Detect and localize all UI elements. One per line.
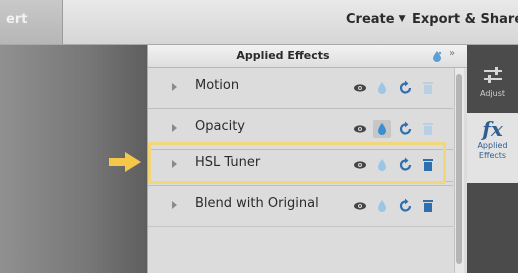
effect-actions — [349, 156, 441, 174]
panel-scrollbar[interactable] — [454, 68, 464, 273]
drop-icon[interactable] — [373, 197, 391, 215]
effect-label: Motion — [195, 78, 240, 93]
export-share-menu[interactable]: Export & Share — [412, 12, 518, 27]
panel-header: Applied Effects » — [148, 45, 468, 68]
reset-icon[interactable] — [397, 197, 415, 215]
chevron-down-icon: ▼ — [398, 14, 406, 24]
disclosure-triangle-icon[interactable] — [172, 124, 177, 132]
disclosure-triangle-icon[interactable] — [172, 83, 177, 91]
trash-icon[interactable] — [419, 156, 437, 174]
disclosure-triangle-icon[interactable] — [172, 201, 177, 209]
reset-icon[interactable] — [397, 156, 415, 174]
trash-icon[interactable] — [419, 197, 437, 215]
drop-icon[interactable] — [431, 50, 443, 62]
effect-actions — [349, 79, 441, 97]
panel-title: Applied Effects — [236, 49, 330, 62]
arrow-right-icon — [109, 152, 141, 172]
expand-icon[interactable]: » — [449, 48, 455, 59]
applied-effects-label-line2: Effects — [478, 151, 507, 160]
applied-effects-panel: Applied Effects » Motion Opacity HSL Tun… — [147, 45, 468, 273]
effect-label: Opacity — [195, 119, 246, 134]
eye-icon[interactable] — [351, 197, 369, 215]
drop-icon[interactable] — [373, 156, 391, 174]
trash-icon[interactable] — [419, 120, 437, 138]
effect-row-opacity[interactable]: Opacity — [148, 109, 453, 150]
drop-icon[interactable] — [373, 120, 391, 138]
applied-effects-label-line1: Applied — [477, 141, 508, 150]
eye-icon[interactable] — [351, 120, 369, 138]
drop-icon[interactable] — [373, 79, 391, 97]
scrollbar-thumb[interactable] — [456, 74, 462, 264]
effect-row-hsl-tuner[interactable]: HSL Tuner — [148, 145, 453, 186]
left-tab-label: ert — [6, 12, 28, 27]
adjust-sliders-icon — [483, 67, 502, 83]
create-menu[interactable]: Create ▼ — [346, 12, 406, 27]
right-sidebar: Adjust fx Applied Effects — [467, 45, 518, 273]
fx-icon: fx — [482, 117, 503, 141]
effect-actions — [349, 120, 441, 138]
effect-actions — [349, 197, 441, 215]
effect-row-motion[interactable]: Motion — [148, 68, 453, 109]
applied-effects-button[interactable]: fx Applied Effects — [467, 113, 518, 183]
adjust-button[interactable]: Adjust — [467, 55, 518, 113]
adjust-label: Adjust — [479, 89, 505, 98]
effect-label: HSL Tuner — [195, 155, 261, 170]
top-menubar: ert Create ▼ Export & Share — [0, 0, 518, 45]
eye-icon[interactable] — [351, 156, 369, 174]
reset-icon[interactable] — [397, 120, 415, 138]
eye-icon[interactable] — [351, 79, 369, 97]
reset-icon[interactable] — [397, 79, 415, 97]
create-menu-label: Create — [346, 12, 395, 27]
left-tab[interactable]: ert — [0, 0, 63, 44]
effect-label: Blend with Original — [195, 196, 319, 211]
effect-row-blend-with-original[interactable]: Blend with Original — [148, 186, 453, 227]
disclosure-triangle-icon[interactable] — [172, 160, 177, 168]
trash-icon[interactable] — [419, 79, 437, 97]
